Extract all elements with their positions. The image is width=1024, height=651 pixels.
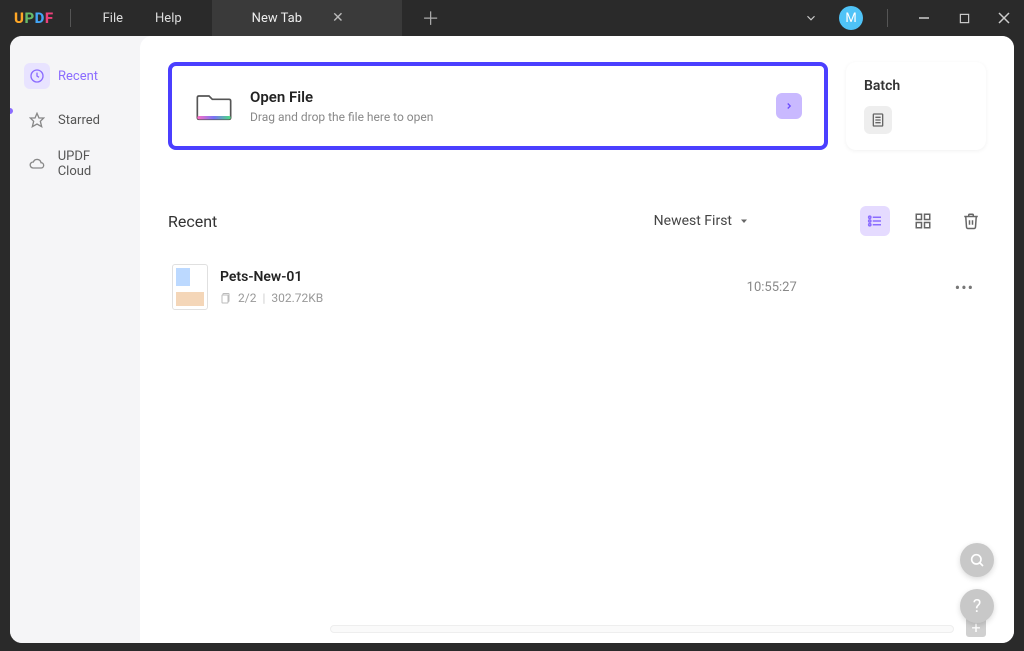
grid-view-button[interactable] <box>908 206 938 236</box>
sidebar-item-starred[interactable]: Starred <box>16 102 134 138</box>
sidebar-item-label: UPDF Cloud <box>58 149 126 179</box>
close-icon[interactable]: ✕ <box>332 10 344 26</box>
delete-button[interactable] <box>956 206 986 236</box>
chevron-down-icon <box>738 215 750 227</box>
open-file-card[interactable]: Open File Drag and drop the file here to… <box>168 62 828 150</box>
sort-label: Newest First <box>654 213 732 229</box>
menu-help[interactable]: Help <box>139 11 198 26</box>
sidebar-item-label: Starred <box>58 113 100 128</box>
sidebar-item-recent[interactable]: Recent <box>16 58 134 94</box>
open-file-title: Open File <box>250 88 776 106</box>
file-size: 302.72KB <box>271 291 323 305</box>
horizontal-scrollbar[interactable] <box>330 625 954 633</box>
minimize-button[interactable] <box>904 0 944 36</box>
search-icon <box>969 552 985 568</box>
help-fab[interactable]: ? <box>960 589 994 623</box>
main-content: Open File Drag and drop the file here to… <box>140 36 1014 643</box>
question-icon: ? <box>973 596 982 617</box>
sidebar-item-label: Recent <box>58 69 98 84</box>
file-time: 10:55:27 <box>747 280 797 295</box>
batch-card[interactable]: Batch <box>846 62 986 150</box>
tab-title: New Tab <box>252 11 302 26</box>
search-fab[interactable] <box>960 543 994 577</box>
separator <box>887 9 888 27</box>
batch-icon <box>864 106 892 134</box>
batch-title: Batch <box>864 78 968 94</box>
titlebar: UPDF File Help New Tab ✕ ＋ M <box>0 0 1024 36</box>
cloud-icon <box>29 156 45 172</box>
file-more-button[interactable]: ••• <box>947 274 982 301</box>
app-logo: UPDF <box>14 9 54 27</box>
pages-icon <box>220 292 232 304</box>
tab-new[interactable]: New Tab ✕ <box>212 0 402 36</box>
folder-icon <box>194 89 234 123</box>
recent-section-title: Recent <box>168 212 217 231</box>
file-thumbnail <box>172 264 208 310</box>
separator <box>70 9 71 27</box>
open-file-subtitle: Drag and drop the file here to open <box>250 110 776 124</box>
file-pages: 2/2 <box>238 291 256 305</box>
avatar[interactable]: M <box>839 6 863 30</box>
sidebar-item-cloud[interactable]: UPDF Cloud <box>16 146 134 182</box>
open-arrow-button[interactable] <box>776 93 802 119</box>
sidebar: Recent Starred UPDF Cloud <box>10 36 140 643</box>
sort-dropdown[interactable]: Newest First <box>654 213 750 229</box>
chevron-down-icon[interactable] <box>791 0 831 36</box>
star-icon <box>29 112 45 128</box>
clock-icon <box>29 68 45 84</box>
menu-file[interactable]: File <box>87 11 139 26</box>
list-view-button[interactable] <box>860 206 890 236</box>
add-tab-button[interactable]: ＋ <box>412 5 450 31</box>
maximize-button[interactable] <box>944 0 984 36</box>
file-name: Pets-New-01 <box>220 269 747 285</box>
file-row[interactable]: Pets-New-01 2/2 | 302.72KB 10:55:27 ••• <box>168 258 986 316</box>
close-window-button[interactable] <box>984 0 1024 36</box>
